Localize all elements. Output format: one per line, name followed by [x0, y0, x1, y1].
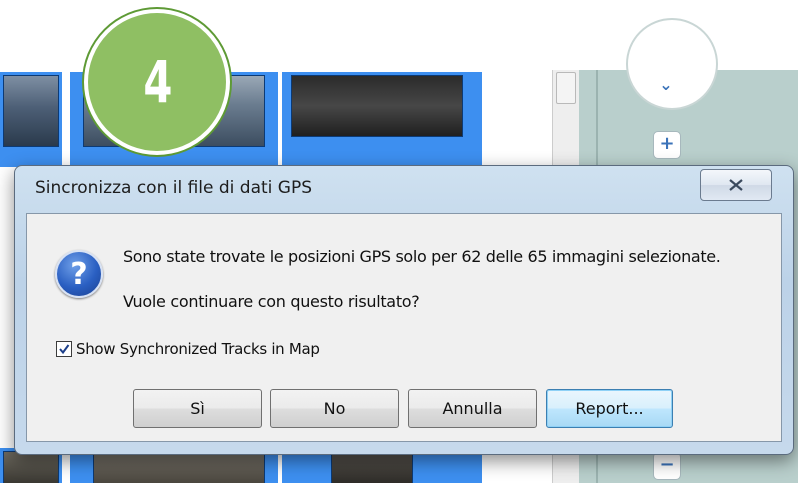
- step-number: 4: [143, 48, 172, 116]
- dialog-message-secondary: Vuole continuare con questo risultato?: [123, 292, 420, 311]
- photo-thumbnail[interactable]: [4, 76, 58, 146]
- chevron-down-icon[interactable]: ⌄: [659, 77, 673, 93]
- cancel-button[interactable]: Annulla: [408, 389, 537, 428]
- report-button[interactable]: Report...: [546, 389, 673, 428]
- show-tracks-checkbox-row[interactable]: Show Synchronized Tracks in Map: [56, 340, 320, 358]
- dialog-message-primary: Sono state trovate le posizioni GPS solo…: [123, 247, 721, 266]
- map-navigation-control[interactable]: [626, 18, 718, 110]
- close-button[interactable]: [700, 169, 772, 201]
- photo-thumbnail[interactable]: [292, 76, 462, 136]
- photo-image: [4, 452, 58, 483]
- question-icon: ?: [55, 250, 103, 298]
- photo-thumbnail[interactable]: [332, 452, 412, 483]
- step-badge: 4: [84, 9, 230, 155]
- photo-image: [292, 76, 462, 136]
- no-button[interactable]: No: [270, 389, 399, 428]
- photo-image: [94, 452, 264, 483]
- map-zoom-out-button[interactable]: −: [653, 452, 681, 480]
- photo-image: [4, 76, 58, 146]
- photo-image: [332, 452, 412, 483]
- photo-thumbnail[interactable]: [4, 452, 58, 483]
- map-zoom-in-button[interactable]: +: [653, 131, 681, 159]
- checkmark-icon: [59, 344, 70, 355]
- show-tracks-checkbox[interactable]: [56, 341, 72, 357]
- show-tracks-checkbox-label[interactable]: Show Synchronized Tracks in Map: [76, 340, 320, 358]
- yes-button[interactable]: Sì: [133, 389, 262, 428]
- photo-thumbnail[interactable]: [94, 452, 264, 483]
- scrollbar-thumb[interactable]: [556, 72, 576, 104]
- close-icon: [729, 179, 743, 191]
- dialog-title: Sincronizza con il file di dati GPS: [35, 178, 313, 198]
